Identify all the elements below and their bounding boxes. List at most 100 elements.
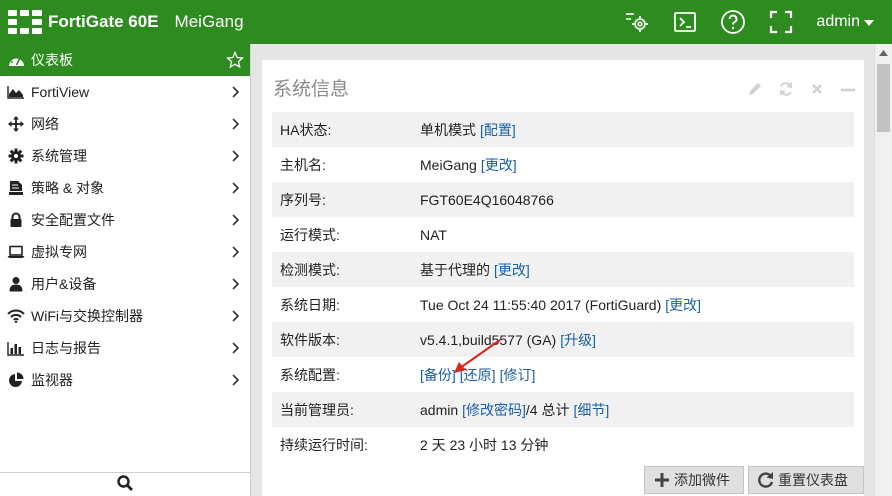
sidebar-item-label: 网络: [31, 116, 59, 132]
dashboard-icon: [7, 52, 25, 68]
edit-pencil-icon[interactable]: [746, 80, 763, 97]
config-restore-link[interactable]: [还原]: [460, 365, 496, 385]
fortinet-logo-icon: [8, 10, 42, 34]
close-icon[interactable]: [808, 80, 825, 97]
reset-dashboard-button[interactable]: 重置仪表盘: [748, 466, 864, 494]
scrollbar-thumb[interactable]: [877, 64, 890, 132]
ha-status-value: 单机模式: [420, 121, 476, 138]
sidebar-item-wifi-switch[interactable]: WiFi与交换控制器: [0, 300, 250, 332]
sidebar-item-network[interactable]: 网络: [0, 108, 250, 140]
table-row: 系统配置: [备份] [还原] [修订]: [272, 357, 854, 392]
lock-icon: [7, 212, 25, 228]
add-widget-button[interactable]: 添加微件: [644, 466, 744, 494]
row-value: 2 天 23 小时 13 分钟: [420, 435, 854, 455]
table-row: 软件版本: v5.4.1,build5577 (GA) [升级]: [272, 322, 854, 357]
add-widget-label: 添加微件: [674, 472, 730, 488]
chevron-right-icon: [228, 341, 242, 355]
sidebar-item-fortiview[interactable]: FortiView: [0, 76, 250, 108]
chevron-right-icon: [228, 309, 242, 323]
dashboard-content: 系统信息 HA状态: 单机模式 [配置] 主机名: MeiGang [更改] 序…: [252, 44, 874, 496]
refresh-icon[interactable]: [777, 80, 794, 97]
sidebar-item-label: FortiView: [31, 84, 90, 100]
sidebar-item-security-profiles[interactable]: 安全配置文件: [0, 204, 250, 236]
system-info-widget: 系统信息 HA状态: 单机模式 [配置] 主机名: MeiGang [更改] 序…: [262, 60, 864, 496]
pie-chart-icon: [7, 372, 25, 388]
config-backup-link[interactable]: [备份]: [420, 365, 456, 385]
chevron-right-icon: [228, 245, 242, 259]
sidebar-item-label: 策略 & 对象: [31, 180, 105, 196]
operation-mode-value: NAT: [420, 226, 447, 243]
main-scrollbar[interactable]: [874, 44, 892, 496]
hostname-value: MeiGang: [420, 156, 477, 173]
chevron-right-icon: [228, 149, 242, 163]
row-value: Tue Oct 24 11:55:40 2017 (FortiGuard) [更…: [420, 295, 854, 315]
cli-settings-icon[interactable]: [624, 9, 650, 35]
sidebar-search-button[interactable]: [0, 472, 250, 496]
firmware-upgrade-link[interactable]: [升级]: [560, 330, 596, 350]
reset-dashboard-label: 重置仪表盘: [778, 472, 848, 488]
user-menu[interactable]: admin: [816, 13, 874, 31]
fullscreen-icon[interactable]: [768, 9, 794, 35]
scroll-up-icon[interactable]: [875, 44, 892, 61]
table-row: 运行模式: NAT: [272, 217, 854, 252]
sidebar-item-label: 监视器: [31, 372, 73, 388]
policy-icon: [7, 180, 25, 196]
row-label: 系统配置:: [280, 366, 340, 383]
firmware-version-value: v5.4.1,build5577 (GA): [420, 331, 557, 348]
row-value: [备份] [还原] [修订]: [420, 365, 854, 385]
plus-icon: [653, 471, 671, 489]
table-row: 持续运行时间: 2 天 23 小时 13 分钟: [272, 427, 854, 462]
row-label: 主机名:: [280, 156, 326, 173]
user-name: admin: [816, 13, 860, 30]
sidebar-item-label: 用户&设备: [31, 276, 97, 292]
inspection-mode-change-link[interactable]: [更改]: [494, 260, 530, 280]
row-label: 序列号:: [280, 191, 326, 208]
system-info-table: HA状态: 单机模式 [配置] 主机名: MeiGang [更改] 序列号: F…: [272, 112, 854, 462]
row-value: NAT: [420, 227, 854, 243]
chart-area-icon: [7, 84, 25, 100]
help-icon[interactable]: [720, 9, 746, 35]
product-name: FortiGate 60E: [48, 12, 159, 31]
chevron-right-icon: [228, 117, 242, 131]
row-value: admin [修改密码] /4 总计 [细节]: [420, 400, 854, 420]
console-icon[interactable]: [672, 9, 698, 35]
sidebar-item-system[interactable]: 系统管理: [0, 140, 250, 172]
uptime-value: 2 天 23 小时 13 分钟: [420, 436, 549, 453]
system-date-change-link[interactable]: [更改]: [665, 295, 701, 315]
bar-chart-icon: [7, 340, 25, 356]
row-label: 持续运行时间:: [280, 436, 368, 453]
system-date-value: Tue Oct 24 11:55:40 2017 (FortiGuard): [420, 296, 662, 313]
table-row: 主机名: MeiGang [更改]: [272, 147, 854, 182]
serial-number-value: FGT60E4Q16048766: [420, 191, 554, 208]
table-row: 当前管理员: admin [修改密码] /4 总计 [细节]: [272, 392, 854, 427]
sidebar-item-log-report[interactable]: 日志与报告: [0, 332, 250, 364]
gear-icon: [7, 148, 25, 164]
change-password-link[interactable]: [修改密码]: [462, 400, 526, 420]
chevron-right-icon: [228, 181, 242, 195]
sidebar-item-monitor[interactable]: 监视器: [0, 364, 250, 396]
sidebar-item-label: 系统管理: [31, 148, 87, 164]
sidebar-item-user-device[interactable]: 用户&设备: [0, 268, 250, 300]
config-revisions-link[interactable]: [修订]: [500, 365, 536, 385]
row-label: 系统日期:: [280, 296, 340, 313]
row-label: 软件版本:: [280, 331, 340, 348]
sidebar-item-policy[interactable]: 策略 & 对象: [0, 172, 250, 204]
chevron-right-icon: [228, 213, 242, 227]
ha-configure-link[interactable]: [配置]: [480, 120, 516, 140]
row-label: 检测模式:: [280, 261, 340, 278]
admin-details-link[interactable]: [细节]: [574, 400, 610, 420]
hostname-change-link[interactable]: [更改]: [481, 155, 517, 175]
row-value: FGT60E4Q16048766: [420, 192, 854, 208]
minimize-icon[interactable]: [839, 80, 856, 97]
chevron-right-icon: [228, 373, 242, 387]
row-label: 当前管理员:: [280, 401, 354, 418]
widget-title: 系统信息: [273, 79, 350, 100]
sidebar-item-dashboard[interactable]: 仪表板: [0, 44, 250, 76]
sidebar-item-label: 日志与报告: [31, 340, 101, 356]
row-value: MeiGang [更改]: [420, 155, 854, 175]
row-value: 基于代理的 [更改]: [420, 260, 854, 280]
table-row: 系统日期: Tue Oct 24 11:55:40 2017 (FortiGua…: [272, 287, 854, 322]
wifi-icon: [7, 308, 25, 324]
star-icon[interactable]: [225, 50, 245, 69]
sidebar-item-vpn[interactable]: 虚拟专网: [0, 236, 250, 268]
